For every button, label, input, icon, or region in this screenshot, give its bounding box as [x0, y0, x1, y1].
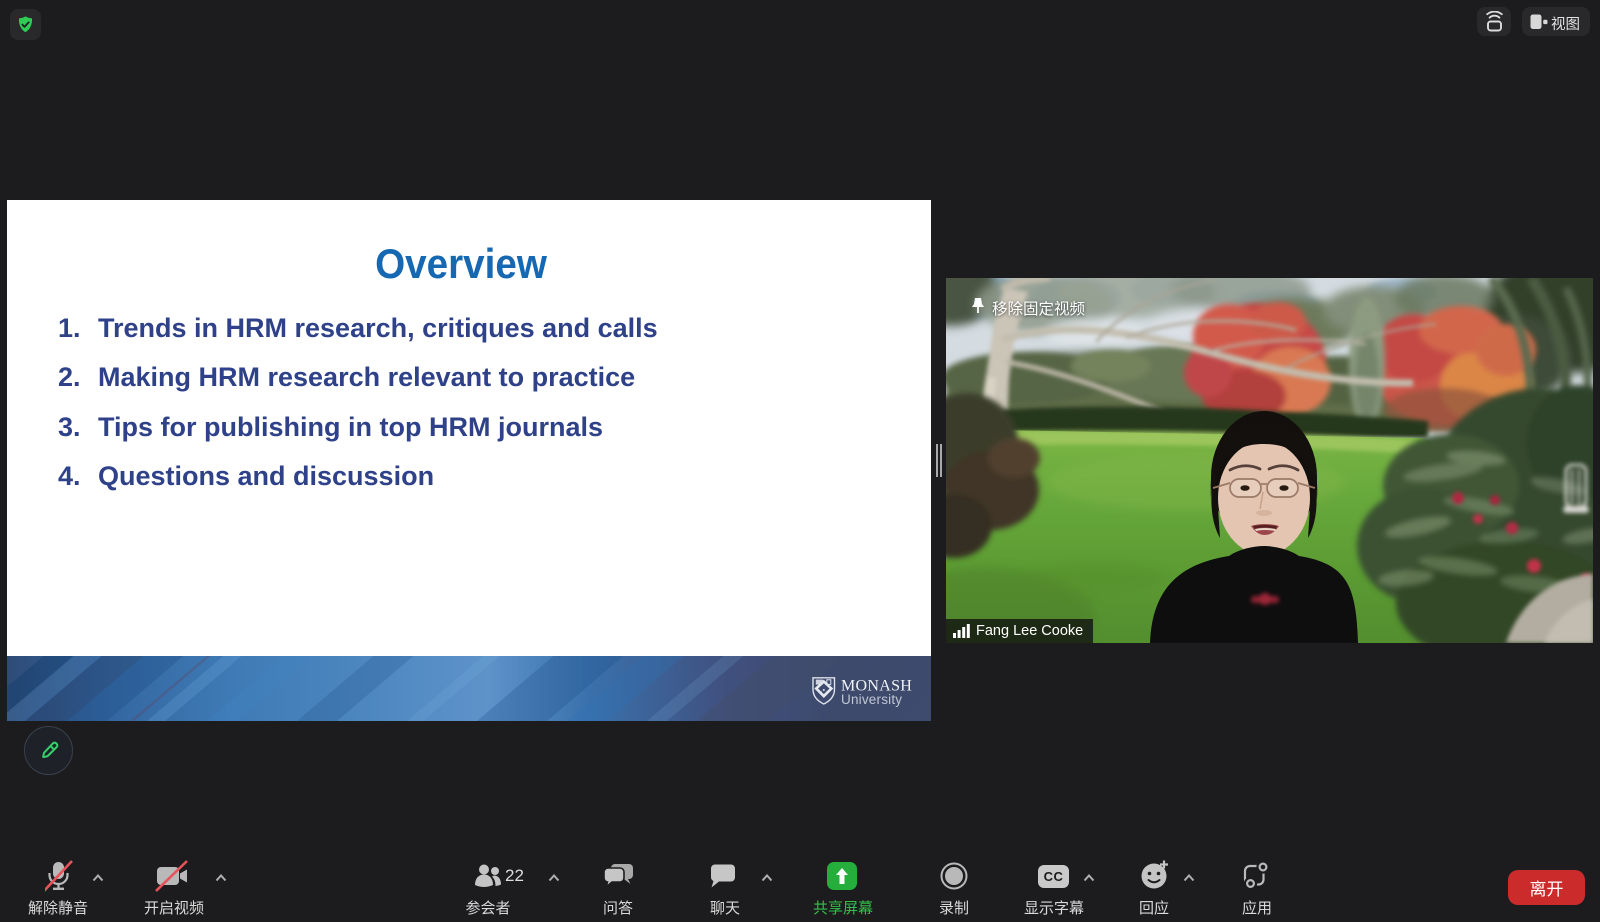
svg-text:University: University [841, 692, 902, 707]
